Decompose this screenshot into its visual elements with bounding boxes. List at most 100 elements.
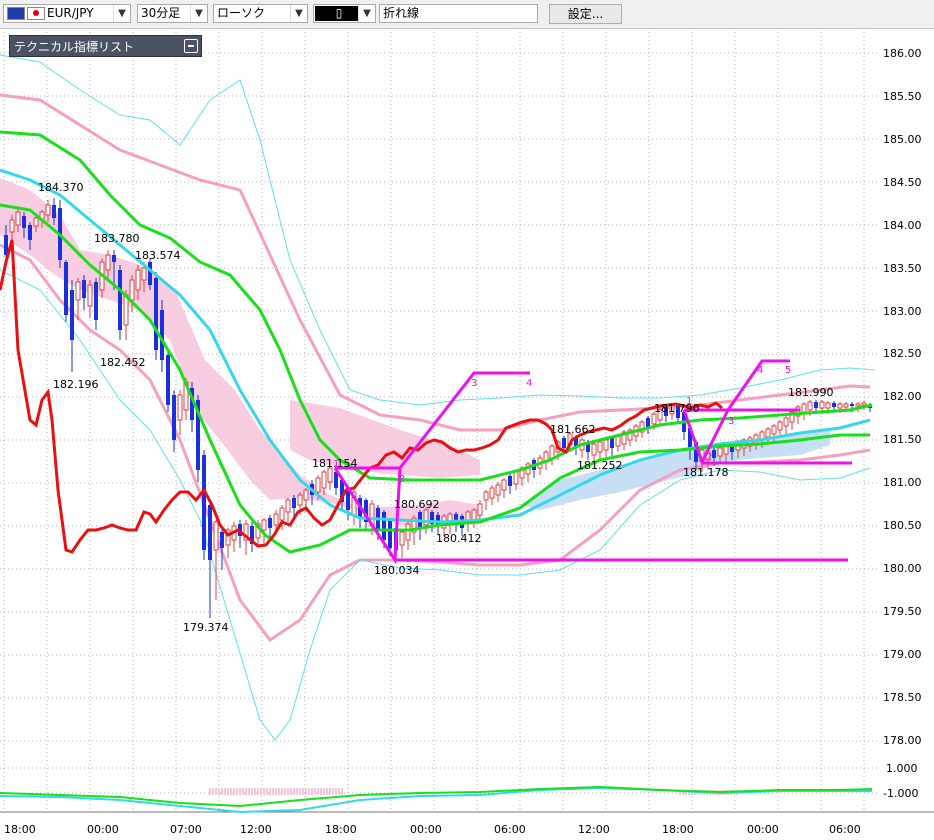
candle-body [508, 476, 512, 486]
y-tick-label: 178.00 [883, 734, 922, 747]
draw-tool-label: 折れ線 [383, 6, 420, 20]
wave-label: 1 [333, 459, 339, 470]
minimize-icon[interactable] [184, 39, 198, 53]
candle-body [208, 505, 212, 560]
candle-body [172, 395, 176, 440]
candle-body [771, 425, 777, 435]
candle-body [279, 507, 285, 521]
chevron-down-icon[interactable]: ▼ [190, 5, 207, 22]
candle-body [28, 225, 32, 240]
y-tick-label: 186.00 [883, 47, 922, 60]
candle-body [118, 270, 122, 330]
x-tick-label: 06:00 [829, 823, 861, 836]
candle-body [843, 403, 849, 408]
sub-y-tick-label: 1.000 [886, 762, 918, 775]
price-label: 180.412 [436, 532, 482, 545]
price-chart[interactable]: 186.00 185.50 185.00 184.50 184.00 183.5… [0, 28, 934, 840]
y-tick-label: 178.50 [883, 691, 922, 704]
chevron-down-icon[interactable]: ▼ [113, 5, 130, 22]
timeframe-label: 30分足 [141, 6, 181, 20]
candle-body [483, 491, 489, 501]
price-label: 181.790 [654, 402, 700, 415]
candle-body [327, 467, 333, 483]
candle-body [777, 421, 783, 431]
y-tick-label: 180.00 [883, 562, 922, 575]
candle-body [297, 494, 303, 506]
candle-body [801, 403, 807, 413]
y-tick-label: 185.50 [883, 90, 922, 103]
chevron-down-icon[interactable]: ▼ [290, 5, 307, 22]
y-tick-label: 182.00 [883, 390, 922, 403]
candle-body [562, 438, 566, 448]
x-tick-label: 00:00 [410, 823, 442, 836]
candle-body [807, 401, 813, 411]
candle-body [477, 503, 483, 516]
draw-tool-field[interactable]: 折れ線 [379, 4, 538, 23]
eu-flag-icon [7, 7, 25, 20]
candle-body [33, 217, 39, 227]
candle-body [177, 394, 183, 421]
price-label: 179.374 [183, 621, 229, 634]
indicator-list-title: テクニカル指標リスト [14, 40, 135, 54]
y-tick-label: 181.50 [883, 433, 922, 446]
candle-body [82, 280, 86, 298]
candle-body [268, 518, 272, 528]
candle-body [94, 282, 98, 320]
x-tick-label: 00:00 [87, 823, 119, 836]
candle-body [832, 403, 836, 407]
y-tick-label: 184.00 [883, 219, 922, 232]
timeframe-select[interactable]: 30分足 ▼ [137, 4, 208, 23]
candle-body [783, 417, 789, 427]
candle-body [597, 441, 603, 453]
price-label: 181.252 [577, 459, 623, 472]
y-tick-label: 183.50 [883, 262, 922, 275]
candle-body [87, 284, 93, 307]
draw-tool-select[interactable]: ▯ ▼ [313, 4, 376, 23]
candle-body [765, 428, 771, 438]
indicator-list-panel[interactable]: テクニカル指標リスト [9, 35, 202, 57]
price-label: 182.196 [53, 378, 99, 391]
price-label: 181.662 [550, 423, 596, 436]
settings-button[interactable]: 設定... [549, 4, 622, 24]
symbol-select[interactable]: EUR/JPY ▼ [3, 4, 131, 23]
candle-body [615, 435, 621, 447]
x-tick-label: 00:00 [747, 823, 779, 836]
candle-body [154, 278, 158, 350]
chevron-down-icon[interactable]: ▼ [358, 5, 375, 22]
price-label: 180.692 [394, 498, 440, 511]
candle-body [861, 402, 867, 406]
price-label: 182.452 [100, 356, 146, 369]
price-label: 183.780 [94, 232, 140, 245]
candle-body [717, 447, 723, 457]
candle-icon: ▯ [315, 6, 363, 21]
wave-label: 3 [471, 378, 477, 389]
bollinger-upper-2 [0, 54, 876, 406]
x-tick-label: 06:00 [494, 823, 526, 836]
candle-body [148, 262, 152, 285]
x-tick-label: 12:00 [240, 823, 272, 836]
candle-body [9, 219, 15, 233]
wave-label: 4 [526, 378, 532, 389]
price-label: 181.990 [788, 386, 834, 399]
wave-label: 2 [706, 452, 712, 463]
candle-body [70, 290, 74, 340]
candle-body [591, 443, 597, 456]
bollinger-bands [0, 54, 876, 741]
price-axis: 186.00 185.50 185.00 184.50 184.00 183.5… [883, 47, 922, 800]
candle-body [141, 267, 147, 281]
price-label: 184.370 [38, 181, 84, 194]
price-annotations: 184.370 183.780 183.574 182.452 182.196 … [38, 181, 834, 634]
chart-style-select[interactable]: ローソク ▼ [213, 4, 308, 23]
y-tick-label: 179.00 [883, 648, 922, 661]
wave-label: 1 [686, 396, 692, 407]
candle-body [405, 523, 411, 541]
y-tick-label: 184.50 [883, 176, 922, 189]
candle-body [292, 498, 296, 508]
wave-label: 4 [757, 365, 763, 376]
candle-body [382, 512, 386, 540]
price-label: 183.574 [135, 249, 181, 262]
candle-body [712, 450, 716, 458]
candle-body [220, 532, 224, 548]
y-tick-label: 185.00 [883, 133, 922, 146]
candle-body [315, 477, 321, 493]
